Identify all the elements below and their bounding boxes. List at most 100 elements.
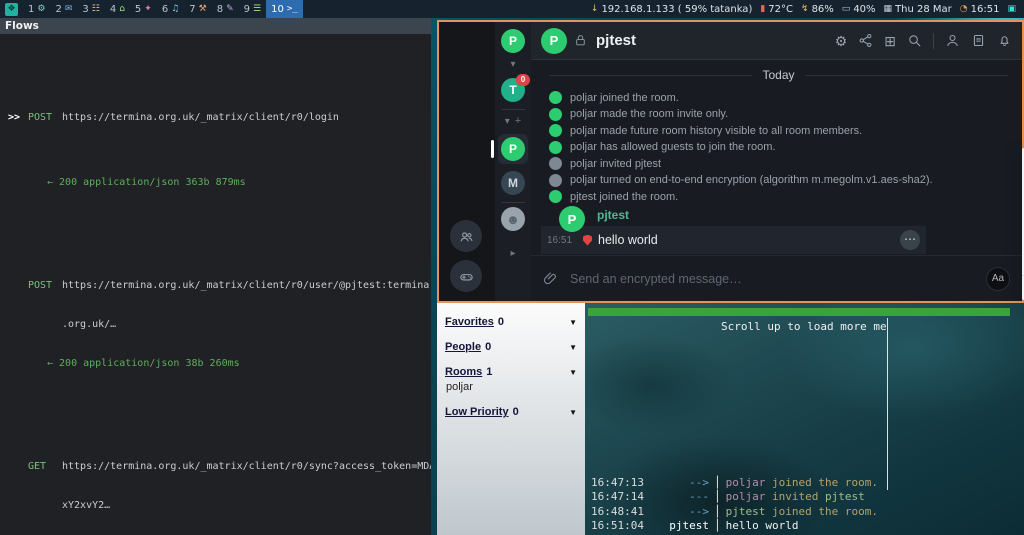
- lock-icon: [574, 34, 587, 47]
- chat-message: 16:51:04 pjtest │ hello world: [591, 519, 1022, 533]
- workspace-item[interactable]: 9 ☰: [239, 0, 266, 18]
- flow-row[interactable]: POSThttps://termina.org.uk/_matrix/clien…: [0, 254, 431, 396]
- message-segment: invited: [765, 490, 825, 503]
- add-room-icon[interactable]: +: [515, 115, 521, 127]
- event-avatar: [549, 124, 562, 137]
- status-segment: ▭ 40%: [842, 4, 876, 15]
- load-progress-bar: [588, 308, 1010, 316]
- timeline-event: poljar made the room invite only.: [549, 108, 1022, 121]
- workspace-number: 2: [55, 4, 61, 15]
- status-icon: ▭: [842, 4, 851, 14]
- roomlist-section-header[interactable]: Low Priority 0 ▼: [445, 406, 577, 418]
- status-icon: ◔: [960, 4, 968, 14]
- collapse-triangle-icon[interactable]: ▼: [569, 368, 577, 377]
- event-text: poljar made the room invite only.: [570, 108, 728, 120]
- message-timestamp: 16:51: [547, 235, 583, 246]
- section-label: People: [445, 341, 481, 353]
- launcher-icon[interactable]: ❖: [5, 3, 18, 16]
- flow-response: ← 200 application/json 38b 260ms: [0, 358, 431, 371]
- status-icon: ▮: [760, 4, 765, 14]
- notifications-bell-icon[interactable]: [997, 33, 1012, 48]
- workspace-icon: ⚒: [199, 4, 207, 14]
- flow-row[interactable]: >>POSThttps://termina.org.uk/_matrix/cli…: [0, 87, 431, 216]
- event-avatar: [549, 108, 562, 121]
- status-text: Thu 28 Mar: [895, 4, 952, 15]
- flow-url-continuation: xY2xvY2…: [0, 500, 431, 513]
- flow-row[interactable]: GEThttps://termina.org.uk/_matrix/client…: [0, 435, 431, 535]
- load-more-text: Scroll up to load more messages: [721, 320, 887, 333]
- collapse-triangle-icon[interactable]: ▼: [569, 343, 577, 352]
- roomlist-section-header[interactable]: People 0 ▼: [445, 341, 577, 353]
- settings-gear-icon[interactable]: ⚙: [835, 34, 848, 48]
- message-time: 16:47:14: [591, 490, 647, 504]
- message-prefix: pjtest: [647, 519, 709, 533]
- rail-controls: ▾ +: [505, 115, 521, 127]
- flow-method: POST: [28, 112, 62, 125]
- collapse-triangle-icon[interactable]: ▼: [569, 408, 577, 417]
- workspace-number: 9: [244, 4, 250, 15]
- room-avatar-person[interactable]: ☻: [501, 207, 525, 231]
- workspace-item[interactable]: 4 ⌂: [105, 0, 130, 18]
- sender-avatar[interactable]: P: [559, 206, 585, 232]
- workspace-icon: ♫: [171, 4, 179, 14]
- chevron-down-icon[interactable]: ▾: [510, 58, 515, 71]
- workspace-item[interactable]: 7 ⚒: [184, 0, 211, 18]
- roomlist-room[interactable]: poljar: [446, 381, 577, 393]
- attachment-icon[interactable]: [543, 271, 558, 286]
- message-segment: pjtest: [726, 505, 766, 518]
- chevron-down-icon[interactable]: ▾: [505, 116, 510, 127]
- workspace-icon: ✉: [65, 4, 73, 14]
- chevron-right-icon[interactable]: ▸: [510, 247, 515, 260]
- status-icon: ↯: [801, 4, 809, 14]
- workspace-number: 3: [82, 4, 88, 15]
- event-text: poljar has allowed guests to join the ro…: [570, 141, 775, 153]
- flow-url: https://termina.org.uk/_matrix/client/r0…: [62, 280, 429, 293]
- message-time: 16:48:41: [591, 505, 647, 519]
- message-separator: │: [709, 476, 726, 490]
- workspace-item[interactable]: 8 ✎: [212, 0, 239, 18]
- composer-format-button[interactable]: Aa: [986, 267, 1010, 291]
- status-segment: ↓ 192.168.1.133 ( 59% tatanka): [591, 4, 752, 15]
- workspace-item[interactable]: 6 ♫: [157, 0, 184, 18]
- message-input[interactable]: [568, 271, 976, 287]
- room-avatar-selected[interactable]: P: [498, 134, 528, 164]
- user-avatar[interactable]: P: [501, 29, 525, 53]
- share-icon[interactable]: [858, 33, 873, 48]
- gamepad-button[interactable]: [450, 260, 482, 292]
- collapse-triangle-icon[interactable]: ▼: [569, 318, 577, 327]
- community-people-button[interactable]: [450, 220, 482, 252]
- invite-user-icon[interactable]: [945, 33, 960, 48]
- workspace-item[interactable]: 3 ☷: [77, 0, 104, 18]
- message-prefix: -->: [647, 505, 709, 519]
- room-header: P pjtest ⚙ ⊞: [531, 22, 1022, 60]
- section-label: Rooms: [445, 366, 482, 378]
- message-prefix: ---: [647, 490, 709, 504]
- workspace-number: 6: [162, 4, 168, 15]
- workspace-item[interactable]: 1 ⚙: [23, 0, 50, 18]
- timeline-event: poljar joined the room.: [549, 91, 1022, 104]
- workspace-item[interactable]: 10 >_: [266, 0, 303, 18]
- flow-list: >>POSThttps://termina.org.uk/_matrix/cli…: [0, 34, 431, 535]
- message-options-button[interactable]: ⋯: [900, 230, 920, 250]
- grid-icon[interactable]: ⊞: [884, 34, 896, 48]
- workspace-icon: ✎: [226, 4, 234, 14]
- room-avatar-m[interactable]: M: [501, 171, 525, 195]
- room-info-icon[interactable]: [971, 33, 986, 48]
- roomlist-section-header[interactable]: Rooms 1 ▼: [445, 366, 577, 378]
- roomlist-section-header[interactable]: Favorites 0 ▼: [445, 316, 577, 328]
- gamepad-icon: [459, 269, 474, 284]
- status-text: 16:51: [971, 4, 1000, 15]
- workspace-icon: ☷: [92, 4, 100, 14]
- search-icon[interactable]: [907, 33, 922, 48]
- quaternion-chat: Scroll up to load more messages 16:47:13…: [585, 303, 1024, 535]
- room-avatar-t[interactable]: T0: [501, 78, 525, 102]
- status-segment: ↯ 86%: [801, 4, 834, 15]
- event-avatar: [549, 174, 562, 187]
- room-avatar[interactable]: P: [541, 28, 567, 54]
- message-row[interactable]: 16:51 hello world ⋯: [541, 226, 926, 254]
- element-chat-area: P pjtest ⚙ ⊞ Today: [531, 22, 1022, 301]
- workspace-item[interactable]: 5 ✦: [130, 0, 157, 18]
- workspace-item[interactable]: 2 ✉: [50, 0, 77, 18]
- workspace-number: 10: [271, 4, 284, 15]
- message-body: poljar invited pjtest: [726, 490, 865, 504]
